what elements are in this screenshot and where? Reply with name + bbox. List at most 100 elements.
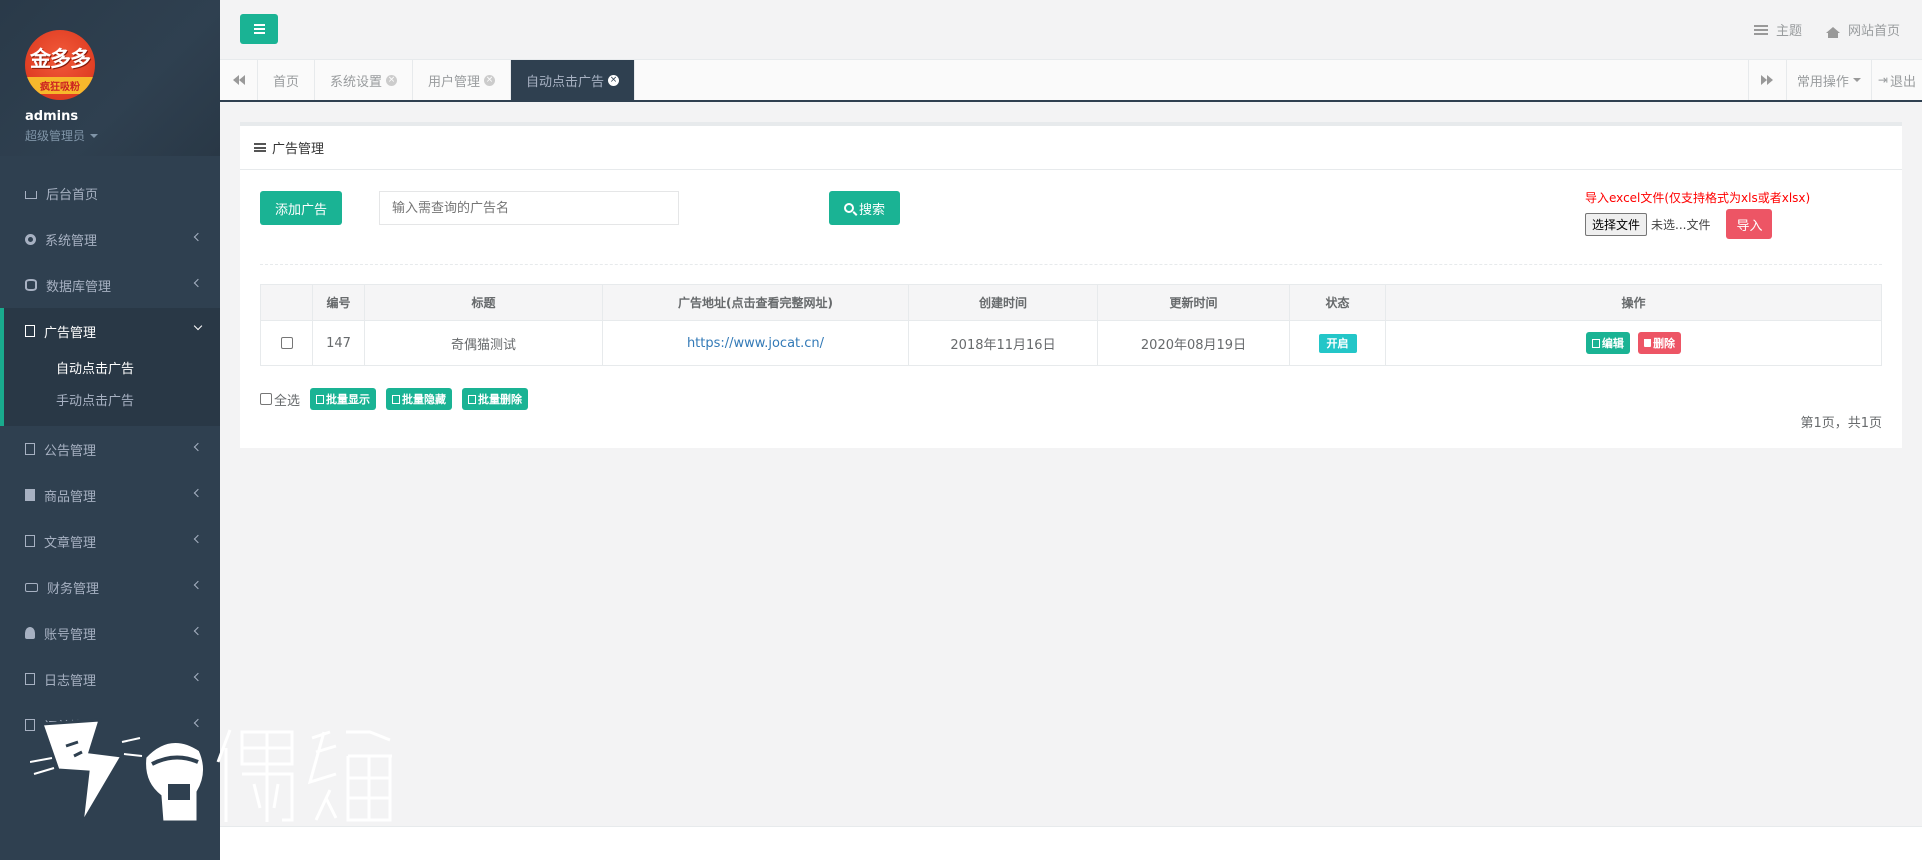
bulk-actions: 全选 批量显示 批量隐藏 批量删除	[260, 388, 529, 410]
sidebar-item-orders[interactable]: 订单管理	[0, 702, 220, 748]
search-icon	[843, 203, 854, 213]
double-right-icon	[1761, 75, 1774, 85]
home-icon	[25, 191, 37, 199]
tab-scroll-right-button[interactable]	[1747, 60, 1786, 100]
close-icon[interactable]: ×	[608, 74, 620, 86]
edit-button[interactable]: 编辑	[1585, 332, 1630, 354]
table-row: 147 奇偶猫测试 https://www.jocat.cn/ 2018年11月…	[260, 320, 1882, 366]
logout-button[interactable]: ⇥ 退出	[1870, 60, 1922, 100]
close-icon[interactable]: ×	[386, 74, 398, 86]
pagination-info: 第1页，共1页	[1800, 416, 1882, 431]
choose-file-button[interactable]: 选择文件	[1585, 212, 1648, 236]
sidebar-item-products[interactable]: 商品管理	[0, 472, 220, 518]
role-dropdown[interactable]: 超级管理员	[25, 127, 220, 144]
cell-updated: 2020年08月19日	[1097, 320, 1290, 366]
table-header-row: 编号 标题 广告地址(点击查看完整网址) 创建时间 更新时间 状态 操作	[260, 284, 1882, 321]
col-header-select	[260, 284, 313, 321]
cell-created: 2018年11月16日	[908, 320, 1098, 366]
checkbox[interactable]	[260, 393, 272, 405]
col-header-title: 标题	[364, 284, 603, 321]
row-select-cell	[260, 320, 313, 366]
col-header-url: 广告地址(点击查看完整网址)	[602, 284, 909, 321]
sidebar-item-label: 商品管理	[44, 489, 97, 505]
panel-title-text: 广告管理	[272, 142, 325, 157]
edit-label: 编辑	[1601, 337, 1624, 350]
excel-import-box: 导入excel文件(仅支持格式为xls或者xlsx) 选择文件 未选...文件 …	[1585, 189, 1845, 249]
col-header-updated: 更新时间	[1097, 284, 1290, 321]
close-icon[interactable]: ×	[484, 74, 496, 86]
sidebar-toggle-button[interactable]	[240, 14, 278, 44]
file-text-icon	[25, 673, 35, 685]
menu-bar	[253, 32, 265, 34]
select-all-label: 全选	[274, 393, 301, 409]
caret-down-icon	[1852, 78, 1861, 82]
col-header-id: 编号	[312, 284, 365, 321]
bulk-delete-button[interactable]: 批量删除	[462, 388, 529, 410]
sidebar-item-label: 后台首页	[46, 187, 99, 203]
tab-home[interactable]: 首页	[258, 60, 316, 100]
tab-system-settings[interactable]: 系统设置 ×	[315, 60, 414, 100]
sidebar-item-system[interactable]: 系统管理	[0, 216, 220, 262]
page-tabs: 首页 系统设置 × 用户管理 × 自动点击广告 ×	[258, 60, 636, 100]
delete-label: 删除	[1653, 337, 1676, 350]
database-icon	[25, 279, 37, 291]
sidebar-subitem-auto-click-ads[interactable]: 自动点击广告	[4, 354, 220, 386]
logo-text: 金多多	[30, 46, 91, 71]
user-icon	[25, 627, 35, 639]
copy-icon	[468, 394, 477, 404]
theme-icon	[1753, 24, 1768, 35]
tab-label: 系统设置	[330, 74, 383, 90]
ad-search-input[interactable]	[379, 191, 679, 225]
trash-icon	[1644, 339, 1652, 347]
tab-scroll-left-button[interactable]	[220, 60, 258, 100]
top-right-links: 主题 网站首页	[1753, 20, 1900, 39]
file-icon	[25, 443, 35, 455]
ad-url-link[interactable]: https://www.jocat.cn/	[687, 336, 824, 351]
chevron-left-icon	[193, 278, 203, 288]
sidebar-item-finance[interactable]: 财务管理	[0, 564, 220, 610]
bulk-hide-button[interactable]: 批量隐藏	[386, 388, 453, 410]
theme-link[interactable]: 主题	[1753, 20, 1802, 39]
sidebar-item-label: 文章管理	[44, 535, 97, 551]
website-home-link[interactable]: 网站首页	[1825, 20, 1900, 39]
bulk-show-label: 批量显示	[326, 393, 371, 406]
sidebar-item-ads[interactable]: 广告管理	[4, 308, 220, 354]
bulk-hide-label: 批量隐藏	[402, 393, 447, 406]
sidebar-item-accounts[interactable]: 账号管理	[0, 610, 220, 656]
select-all-checkbox[interactable]: 全选	[260, 390, 300, 409]
tab-auto-click-ads[interactable]: 自动点击广告 ×	[511, 60, 636, 100]
divider	[260, 264, 1882, 265]
sidebar-subitem-manual-click-ads[interactable]: 手动点击广告	[4, 386, 220, 418]
file-filled-icon	[25, 489, 35, 501]
file-status: 未选...文件	[1651, 217, 1711, 232]
sidebar-item-logs[interactable]: 日志管理	[0, 656, 220, 702]
search-button[interactable]: 搜索	[829, 191, 900, 225]
import-button[interactable]: 导入	[1726, 209, 1773, 239]
sidebar-item-articles[interactable]: 文章管理	[0, 518, 220, 564]
file-icon	[25, 325, 35, 337]
add-ad-button[interactable]: 添加广告	[260, 191, 342, 225]
tab-user-management[interactable]: 用户管理 ×	[413, 60, 512, 100]
status-badge[interactable]: 开启	[1318, 334, 1357, 353]
common-ops-dropdown[interactable]: 常用操作	[1785, 60, 1871, 100]
sidebar-item-label: 公告管理	[44, 443, 97, 459]
col-header-status: 状态	[1289, 284, 1386, 321]
cell-status: 开启	[1289, 320, 1386, 366]
theme-label: 主题	[1775, 24, 1802, 39]
sidebar-item-notices[interactable]: 公告管理	[0, 426, 220, 472]
row-checkbox[interactable]	[280, 337, 293, 349]
chevron-left-icon	[193, 672, 203, 682]
list-icon	[254, 143, 266, 152]
menu-bar	[253, 28, 265, 30]
profile-header: 金多多 疯狂吸粉 admins 超级管理员	[0, 0, 220, 156]
cell-title: 奇偶猫测试	[364, 320, 603, 366]
logo-subtext: 疯狂吸粉	[25, 76, 95, 94]
delete-button[interactable]: 删除	[1638, 332, 1682, 354]
sidebar-item-dashboard[interactable]: 后台首页	[0, 170, 220, 216]
file-text-icon	[25, 719, 35, 731]
sidebar-nav: 后台首页 系统管理 数据库管理 广告管理 自动点击广告 手动点击广告 公告管理	[0, 170, 220, 748]
bulk-show-button[interactable]: 批量显示	[310, 388, 377, 410]
sign-out-icon: ⇥	[1877, 73, 1888, 87]
panel-title: 广告管理	[240, 126, 1902, 170]
sidebar-item-database[interactable]: 数据库管理	[0, 262, 220, 308]
